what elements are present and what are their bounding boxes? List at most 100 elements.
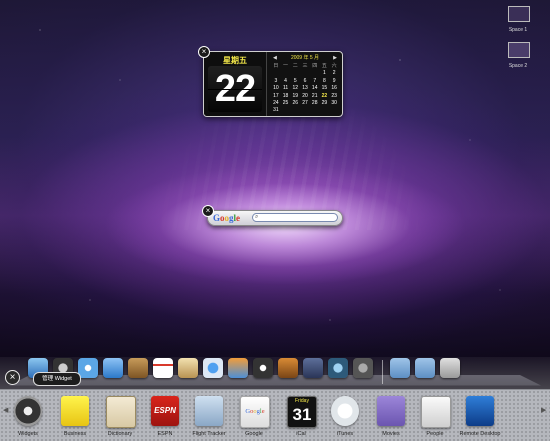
dock-address-book-icon[interactable] xyxy=(128,358,148,378)
widget-bar-item-label: Business xyxy=(63,431,87,437)
remote-desktop-icon xyxy=(466,396,494,426)
widget-bar-item-label: iTunes xyxy=(336,431,354,437)
google-icon: Google xyxy=(240,396,270,428)
widget-bar-item-dictionary[interactable]: Dictionary xyxy=(95,393,145,439)
calendar-day-cell: 31 xyxy=(273,107,279,114)
itunes-icon xyxy=(331,396,359,426)
widget-bar-item-business[interactable]: Business xyxy=(50,393,100,439)
widget-bar-item-widgets[interactable]: Widgets xyxy=(3,393,53,439)
google-logo-small: Google xyxy=(245,408,265,415)
close-widget-bar-button[interactable]: × xyxy=(5,370,20,385)
widget-bar-item-espn[interactable]: ESPN ESPN xyxy=(140,393,190,439)
dock-trash-icon[interactable] xyxy=(440,358,460,378)
calendar-day-cell: 23 xyxy=(331,92,337,99)
dock-separator xyxy=(382,360,383,384)
calendar-day-cell xyxy=(290,70,300,77)
dock-applications-folder-icon[interactable] xyxy=(390,358,410,378)
people-icon xyxy=(421,396,451,428)
ical-icon-weekday: Friday xyxy=(295,398,309,404)
calendar-close-button[interactable]: × xyxy=(198,46,210,58)
widget-bar-item-label: Dictionary xyxy=(107,431,133,437)
flight-tracker-icon xyxy=(195,396,223,426)
dock-ical-icon[interactable] xyxy=(153,358,173,378)
ical-icon-date: 31 xyxy=(292,405,312,424)
calendar-day-cell: 12 xyxy=(292,85,299,92)
dock-garageband-icon[interactable] xyxy=(278,358,298,378)
calendar-weekday-header: 日 xyxy=(273,63,279,69)
calendar-day-panel: 星期五 22 xyxy=(204,52,267,116)
calendar-day-cell: 4 xyxy=(284,77,287,84)
calendar-day-cell: 14 xyxy=(311,85,318,92)
dock-itunes-icon[interactable] xyxy=(203,358,223,378)
google-search-widget: Google ⌕ xyxy=(207,210,343,226)
space-thumbnail-1[interactable] xyxy=(508,6,530,22)
calendar-weekday-header: 四 xyxy=(312,63,318,69)
widget-bar-item-itunes[interactable]: iTunes xyxy=(320,393,370,439)
dock-spaces-icon[interactable] xyxy=(303,358,323,378)
calendar-day-cell: 17 xyxy=(273,92,279,99)
calendar-day-cell xyxy=(320,107,330,114)
dock-time-machine-icon[interactable] xyxy=(328,358,348,378)
dock-ichat-icon[interactable] xyxy=(103,358,123,378)
space-thumbnail-2[interactable] xyxy=(508,42,530,58)
dock-iphoto-icon[interactable] xyxy=(228,358,248,378)
calendar-day-cell: 29 xyxy=(321,99,328,106)
calendar-weekday-header: 六 xyxy=(331,63,337,69)
calendar-day-cell xyxy=(300,70,310,77)
calendar-day-cell: 2 xyxy=(332,70,336,77)
widget-bar-item-movies[interactable]: Movies xyxy=(366,393,416,439)
ical-icon: Friday 31 xyxy=(287,396,317,428)
calendar-day-cell: 5 xyxy=(293,77,297,84)
dock-preview-icon[interactable] xyxy=(178,358,198,378)
movies-icon xyxy=(377,396,405,426)
calendar-day-cell: 9 xyxy=(332,77,336,84)
widget-bar-item-flight-tracker[interactable]: Flight Tracker xyxy=(184,393,234,439)
google-search-input[interactable] xyxy=(252,213,338,222)
calendar-day-cell: 15 xyxy=(321,85,328,92)
dock-safari-icon[interactable] xyxy=(78,358,98,378)
widget-bar-item-label: Flight Tracker xyxy=(192,431,226,437)
widget-bar-item-google[interactable]: Google Google xyxy=(229,393,279,439)
widget-bar-item-ical[interactable]: Friday 31 iCal xyxy=(276,393,326,439)
calendar-day-cell xyxy=(329,107,339,114)
dock-documents-folder-icon[interactable] xyxy=(415,358,435,378)
calendar-weekday-header: 五 xyxy=(321,63,327,69)
calendar-day-cell xyxy=(290,107,300,114)
widget-bar-item-label: Widgets xyxy=(18,431,38,437)
widget-bar-item-label: Remote Desktop xyxy=(459,431,501,437)
google-logo: Google xyxy=(213,213,241,223)
calendar-day-cell: 27 xyxy=(302,99,308,106)
calendar-day-cell: 19 xyxy=(292,92,299,99)
calendar-day-cell xyxy=(310,107,320,114)
calendar-day-cell xyxy=(300,107,310,114)
next-month-icon[interactable]: ▶ xyxy=(333,54,337,62)
calendar-day-cell xyxy=(281,70,291,77)
calendar-day-cell: 25 xyxy=(282,99,289,106)
calendar-day-cell: 10 xyxy=(273,85,279,92)
calendar-month-grid: 日一二三四五六 1 2 3 4 5 6 7 8 9 10 11 12 13 14 15 16 17 18 19 20 21… xyxy=(271,63,339,115)
calendar-month-panel: ◀ 2009 年 5 月 ▶ 日一二三四五六 1 2 3 4 5 6 7 8 9 10 11 12 13 1… xyxy=(268,52,342,116)
calendar-weekday-header: 二 xyxy=(292,63,298,69)
calendar-day-number: 22 xyxy=(208,66,262,112)
prev-month-icon[interactable]: ◀ xyxy=(273,54,277,62)
space-label-2: Space 2 xyxy=(508,63,528,69)
widget-bar-next-icon[interactable]: ▶ xyxy=(541,406,546,414)
calendar-day-cell: 8 xyxy=(323,77,326,84)
space-label-1: Space 1 xyxy=(508,27,528,33)
calendar-day-cell: 21 xyxy=(311,92,318,99)
calendar-day-cell: 16 xyxy=(331,85,337,92)
widget-bar-item-remote-desktop[interactable]: Remote Desktop xyxy=(455,393,505,439)
calendar-day-cell xyxy=(271,70,281,77)
google-close-button[interactable]: × xyxy=(202,205,214,217)
widget-bar-item-label: Google xyxy=(245,431,263,437)
dock-imovie-icon[interactable] xyxy=(253,358,273,378)
widget-bar-item-people[interactable]: People xyxy=(410,393,460,439)
calendar-day-cell: 30 xyxy=(331,99,337,106)
calendar-day-cell: 20 xyxy=(302,92,308,99)
manage-widgets-button[interactable]: 管理 Widget xyxy=(33,372,81,386)
calendar-weekday: 星期五 xyxy=(223,56,247,65)
dock-system-preferences-icon[interactable] xyxy=(353,358,373,378)
business-icon xyxy=(61,396,89,426)
calendar-widget[interactable]: 星期五 22 ◀ 2009 年 5 月 ▶ 日一二三四五六 1 2 3 4 5 6 7 8 9 10… xyxy=(203,51,343,117)
calendar-day-cell: 13 xyxy=(302,85,308,92)
